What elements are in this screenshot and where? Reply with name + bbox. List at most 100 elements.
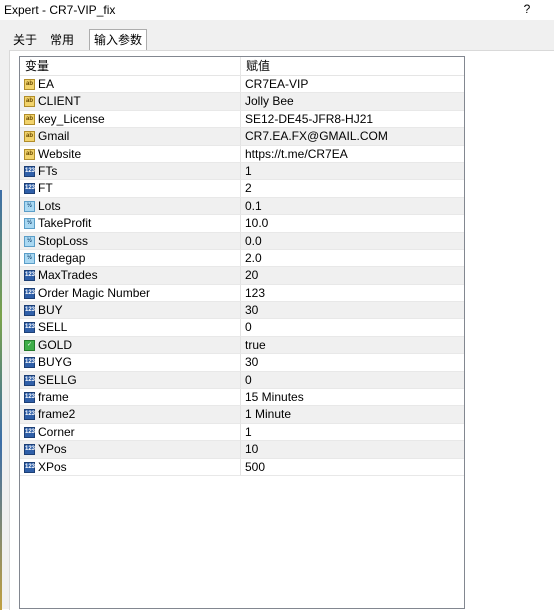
param-value[interactable]: 0 bbox=[241, 372, 464, 390]
table-row[interactable]: ab CLIENT Jolly Bee bbox=[20, 93, 464, 111]
param-value[interactable]: CR7.EA.FX@GMAIL.COM bbox=[241, 128, 464, 146]
param-name-cell[interactable]: 123 frame2 bbox=[20, 406, 241, 424]
param-value[interactable]: 0.1 bbox=[241, 198, 464, 216]
table-row[interactable]: 123 frame2 1 Minute bbox=[20, 406, 464, 424]
param-value[interactable]: 2 bbox=[241, 180, 464, 198]
param-name-cell[interactable]: ✓ GOLD bbox=[20, 336, 241, 355]
string-type-icon: ab bbox=[24, 79, 35, 90]
tab-common[interactable]: 常用 bbox=[46, 31, 78, 49]
column-header-value[interactable]: 赋值 bbox=[241, 57, 464, 75]
table-row[interactable]: 123 XPos 500 bbox=[20, 458, 464, 476]
param-name-cell[interactable]: ab Gmail bbox=[20, 128, 241, 146]
table-row[interactable]: 123 FT 2 bbox=[20, 180, 464, 198]
param-value[interactable]: 2.0 bbox=[241, 250, 464, 268]
param-name-cell[interactable]: 123 MaxTrades bbox=[20, 267, 241, 285]
param-value[interactable]: https://t.me/CR7EA bbox=[241, 146, 464, 163]
param-value[interactable]: 30 bbox=[241, 302, 464, 320]
param-value[interactable]: 500 bbox=[241, 459, 464, 476]
table-row[interactable]: 123 Corner 1 bbox=[20, 423, 464, 442]
param-value[interactable]: 1 Minute bbox=[241, 406, 464, 424]
param-value[interactable]: 30 bbox=[241, 354, 464, 372]
integer-type-icon: 123 bbox=[24, 426, 35, 438]
integer-type-icon: 123 bbox=[24, 357, 35, 369]
integer-type-icon: 123 bbox=[24, 374, 35, 386]
param-name-cell[interactable]: ½ TakeProfit bbox=[20, 215, 241, 233]
param-name: FT bbox=[38, 181, 53, 196]
param-value[interactable]: 1 bbox=[241, 424, 464, 442]
integer-type-icon: 123 bbox=[24, 183, 35, 195]
param-value[interactable]: true bbox=[241, 337, 464, 355]
table-row[interactable]: 123 BUYG 30 bbox=[20, 354, 464, 372]
param-name: tradegap bbox=[38, 250, 86, 265]
tab-about[interactable]: 关于 bbox=[9, 31, 41, 49]
param-name-cell[interactable]: ½ tradegap bbox=[20, 249, 241, 268]
param-value[interactable]: 1 bbox=[241, 163, 464, 181]
param-name-cell[interactable]: ab EA bbox=[20, 76, 241, 94]
param-name: frame bbox=[38, 390, 69, 405]
table-row[interactable]: ab key_License SE12-DE45-JFR8-HJ21 bbox=[20, 110, 464, 129]
param-value[interactable]: 123 bbox=[241, 285, 464, 303]
param-name-cell[interactable]: ab Website bbox=[20, 145, 241, 163]
param-name-cell[interactable]: ab CLIENT bbox=[20, 93, 241, 111]
table-row[interactable]: 123 MaxTrades 20 bbox=[20, 267, 464, 285]
table-row[interactable]: 123 frame 15 Minutes bbox=[20, 389, 464, 407]
table-row[interactable]: 123 BUY 30 bbox=[20, 302, 464, 320]
integer-type-icon: 123 bbox=[24, 444, 35, 456]
table-row[interactable]: 123 FTs 1 bbox=[20, 162, 464, 181]
param-name: YPos bbox=[38, 442, 67, 457]
parameters-grid[interactable]: 变量 赋值 ab EA CR7EA-VIP ab CLIENT Jolly Bee ab ke… bbox=[19, 56, 465, 609]
param-value[interactable]: 15 Minutes bbox=[241, 389, 464, 407]
table-row[interactable]: ab Gmail CR7.EA.FX@GMAIL.COM bbox=[20, 128, 464, 146]
param-name-cell[interactable]: 123 BUY bbox=[20, 302, 241, 320]
param-name: frame2 bbox=[38, 407, 76, 422]
param-name-cell[interactable]: 123 Corner bbox=[20, 423, 241, 442]
param-name: key_License bbox=[38, 111, 105, 126]
param-name-cell[interactable]: 123 FTs bbox=[20, 162, 241, 181]
table-row[interactable]: 123 SELL 0 bbox=[20, 319, 464, 337]
param-name: TakeProfit bbox=[38, 216, 92, 231]
param-name: BUYG bbox=[38, 355, 73, 370]
param-name: BUY bbox=[38, 303, 63, 318]
tab-inputs[interactable]: 输入参数 bbox=[89, 29, 148, 51]
param-name-cell[interactable]: ½ StopLoss bbox=[20, 232, 241, 250]
param-name: SELL bbox=[38, 320, 68, 335]
help-button[interactable]: ? bbox=[520, 2, 534, 18]
column-header-variable[interactable]: 变量 bbox=[20, 57, 241, 75]
table-row[interactable]: ab Website https://t.me/CR7EA bbox=[20, 145, 464, 163]
double-type-icon: ½ bbox=[24, 200, 35, 212]
param-name-cell[interactable]: 123 SELLG bbox=[20, 371, 241, 390]
param-name-cell[interactable]: 123 BUYG bbox=[20, 354, 241, 372]
param-name-cell[interactable]: 123 XPos bbox=[20, 458, 241, 476]
param-name-cell[interactable]: 123 YPos bbox=[20, 441, 241, 459]
table-row[interactable]: ab EA CR7EA-VIP bbox=[20, 76, 464, 94]
param-value[interactable]: 20 bbox=[241, 267, 464, 285]
param-value[interactable]: 10.0 bbox=[241, 215, 464, 233]
table-row[interactable]: ½ TakeProfit 10.0 bbox=[20, 215, 464, 233]
table-row[interactable]: ✓ GOLD true bbox=[20, 336, 464, 355]
integer-type-icon: 123 bbox=[24, 461, 35, 473]
param-value[interactable]: SE12-DE45-JFR8-HJ21 bbox=[241, 111, 464, 129]
param-name-cell[interactable]: 123 Order Magic Number bbox=[20, 284, 241, 303]
title-bar: Expert - CR7-VIP_fix ? bbox=[0, 0, 554, 20]
param-name: Corner bbox=[38, 424, 75, 439]
param-value[interactable]: CR7EA-VIP bbox=[241, 76, 464, 94]
param-value[interactable]: Jolly Bee bbox=[241, 93, 464, 111]
param-name: SELLG bbox=[38, 372, 77, 387]
integer-type-icon: 123 bbox=[24, 305, 35, 317]
param-value[interactable]: 0.0 bbox=[241, 233, 464, 250]
table-row[interactable]: ½ tradegap 2.0 bbox=[20, 249, 464, 268]
param-name-cell[interactable]: 123 frame bbox=[20, 389, 241, 407]
table-row[interactable]: ½ Lots 0.1 bbox=[20, 197, 464, 216]
grid-rows: ab EA CR7EA-VIP ab CLIENT Jolly Bee ab key_Lice… bbox=[20, 76, 464, 476]
param-name-cell[interactable]: 123 SELL bbox=[20, 319, 241, 337]
param-name-cell[interactable]: 123 FT bbox=[20, 180, 241, 198]
table-row[interactable]: ½ StopLoss 0.0 bbox=[20, 232, 464, 250]
param-value[interactable]: 10 bbox=[241, 441, 464, 459]
table-row[interactable]: 123 SELLG 0 bbox=[20, 371, 464, 390]
table-row[interactable]: 123 YPos 10 bbox=[20, 441, 464, 459]
param-value[interactable]: 0 bbox=[241, 319, 464, 337]
table-row[interactable]: 123 Order Magic Number 123 bbox=[20, 284, 464, 303]
param-name-cell[interactable]: ab key_License bbox=[20, 110, 241, 129]
param-name-cell[interactable]: ½ Lots bbox=[20, 197, 241, 216]
background-chart-strip bbox=[0, 190, 2, 610]
